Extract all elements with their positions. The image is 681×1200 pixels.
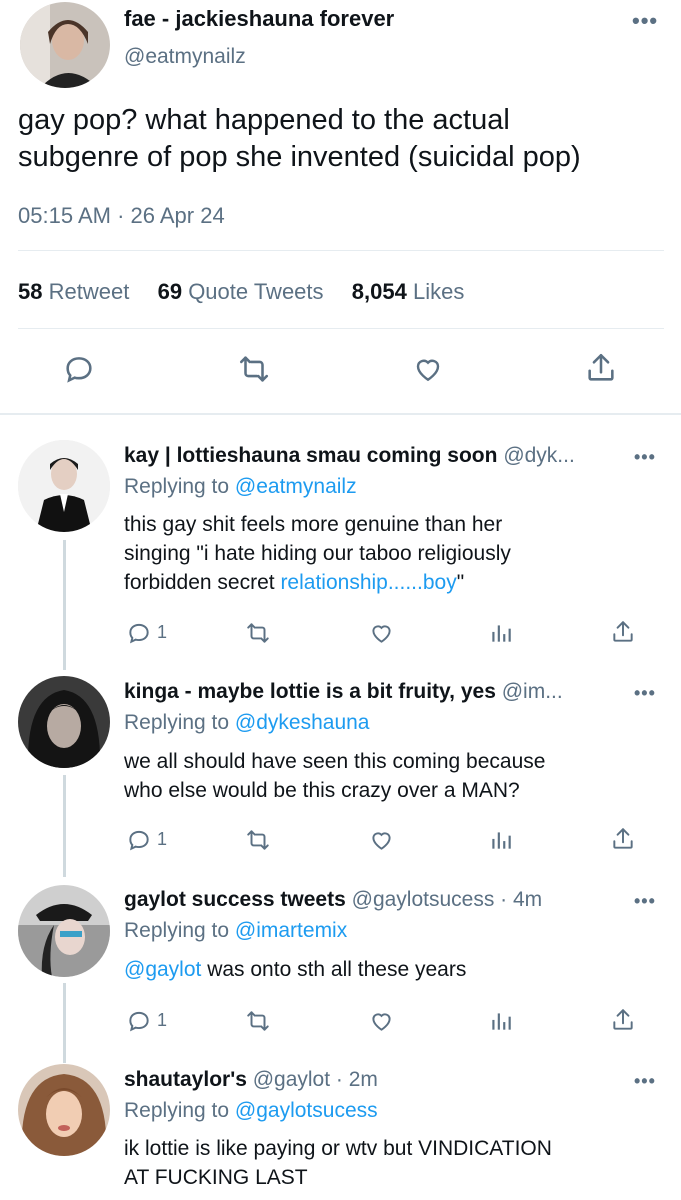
retweets-label: Retweet bbox=[48, 279, 130, 304]
reply-avatar[interactable] bbox=[18, 676, 110, 768]
replying-to-link[interactable]: @dykeshauna bbox=[235, 711, 370, 734]
reply-text-line1: this gay shit feels more genuine than he… bbox=[124, 513, 503, 536]
reply-mention-link[interactable]: @gaylot bbox=[124, 958, 201, 981]
replying-to-link[interactable]: @gaylotsucess bbox=[235, 1099, 378, 1122]
retweet-icon[interactable] bbox=[244, 827, 272, 853]
likes-count: 8,054 bbox=[351, 279, 407, 304]
replying-to-link[interactable]: @eatmynailz bbox=[235, 475, 357, 498]
reply-handle[interactable]: @im... bbox=[502, 680, 563, 703]
reply-icon[interactable] bbox=[126, 827, 152, 853]
reply-handle[interactable]: @dyk... bbox=[503, 444, 575, 467]
like-icon[interactable] bbox=[368, 620, 395, 646]
main-tweet-text-line2: subgenre of pop she invented (suicidal p… bbox=[18, 141, 581, 173]
reply-avatar[interactable] bbox=[18, 1064, 110, 1156]
reply-display-name[interactable]: shautaylor's bbox=[124, 1068, 247, 1091]
retweet-icon[interactable] bbox=[244, 620, 272, 646]
reply-text-segment: " bbox=[456, 571, 465, 594]
reply-display-name[interactable]: gaylot success tweets bbox=[124, 888, 346, 911]
reply-count: 1 bbox=[157, 622, 168, 642]
reply-text-line2: who else would be this crazy over a MAN? bbox=[124, 779, 520, 802]
main-tweet-timestamp[interactable]: 05:15 AM · 26 Apr 24 bbox=[18, 203, 225, 229]
more-icon[interactable]: ••• bbox=[632, 10, 658, 32]
reply-display-name[interactable]: kinga - maybe lottie is a bit fruity, ye… bbox=[124, 680, 496, 703]
reply-text-segment: was onto sth all these years bbox=[201, 958, 467, 981]
reply-handle[interactable]: @gaylot bbox=[253, 1068, 330, 1091]
analytics-icon[interactable] bbox=[488, 827, 514, 853]
thread-connector bbox=[63, 775, 66, 877]
more-icon[interactable]: ••• bbox=[634, 448, 656, 466]
like-icon[interactable] bbox=[368, 827, 395, 853]
quotes-label: Quote Tweets bbox=[188, 279, 324, 304]
share-icon[interactable] bbox=[610, 619, 636, 645]
reply-count: 1 bbox=[157, 1010, 168, 1030]
reply-avatar[interactable] bbox=[18, 885, 110, 977]
reply-time: · 4m bbox=[494, 888, 543, 911]
thread-connector bbox=[63, 540, 66, 670]
reply-text-link[interactable]: relationship......boy bbox=[280, 571, 456, 594]
reply-display-name[interactable]: kay | lottieshauna smau coming soon bbox=[124, 444, 497, 467]
analytics-icon[interactable] bbox=[488, 1008, 514, 1034]
reply-header: shautaylor's @gaylot · 2m bbox=[124, 1068, 378, 1092]
replying-to-prefix: Replying to bbox=[124, 1099, 235, 1122]
reply-icon[interactable] bbox=[126, 1008, 152, 1034]
quotes-count: 69 bbox=[157, 279, 183, 304]
retweets-count: 58 bbox=[18, 279, 43, 304]
reply-header: kinga - maybe lottie is a bit fruity, ye… bbox=[124, 680, 563, 704]
reply-text-line2: AT FUCKING LAST bbox=[124, 1166, 308, 1189]
quotes-stat[interactable]: 69 Quote Tweets bbox=[158, 279, 330, 304]
replying-to: Replying to @gaylotsucess bbox=[124, 1099, 378, 1123]
reply-text-line2: singing "i hate hiding our taboo religio… bbox=[124, 542, 511, 565]
reply-header: gaylot success tweets @gaylotsucess · 4m bbox=[124, 888, 542, 912]
more-icon[interactable]: ••• bbox=[634, 684, 656, 702]
share-icon[interactable] bbox=[610, 826, 636, 852]
reply-text-segment: forbidden secret bbox=[124, 571, 281, 594]
main-tweet-display-name[interactable]: fae - jackieshauna forever bbox=[124, 6, 394, 32]
share-icon[interactable] bbox=[610, 1007, 636, 1033]
reply-icon[interactable] bbox=[62, 352, 96, 386]
more-icon[interactable]: ••• bbox=[634, 1072, 656, 1090]
tweet-stats: 58 Retweet 69 Quote Tweets 8,054 Likes bbox=[18, 279, 464, 305]
reply-time: · 2m bbox=[330, 1068, 378, 1091]
replying-to: Replying to @eatmynailz bbox=[124, 475, 357, 499]
reply-handle[interactable]: @gaylotsucess bbox=[352, 888, 495, 911]
replying-to: Replying to @imartemix bbox=[124, 919, 347, 943]
reply-header: kay | lottieshauna smau coming soon @dyk… bbox=[124, 444, 575, 468]
more-icon[interactable]: ••• bbox=[634, 892, 656, 910]
reply-icon[interactable] bbox=[126, 620, 152, 646]
replying-to-prefix: Replying to bbox=[124, 711, 235, 734]
likes-stat[interactable]: 8,054 Likes bbox=[352, 279, 465, 304]
share-icon[interactable] bbox=[584, 351, 618, 385]
likes-label: Likes bbox=[412, 279, 465, 304]
main-tweet-avatar[interactable] bbox=[20, 2, 110, 88]
thread-connector bbox=[63, 983, 66, 1063]
main-tweet-handle[interactable]: @eatmynailz bbox=[124, 45, 246, 69]
reply-count: 1 bbox=[157, 829, 168, 849]
retweets-stat[interactable]: 58 Retweet bbox=[18, 279, 135, 304]
main-tweet-text-line1: gay pop? what happened to the actual bbox=[18, 104, 510, 136]
divider bbox=[18, 328, 664, 329]
replying-to-link[interactable]: @imartemix bbox=[235, 919, 347, 942]
reply-text-line1: we all should have seen this coming beca… bbox=[124, 750, 546, 773]
reply-avatar[interactable] bbox=[18, 440, 110, 532]
section-divider bbox=[0, 413, 681, 415]
divider bbox=[18, 250, 664, 251]
like-icon[interactable] bbox=[411, 353, 445, 385]
retweet-icon[interactable] bbox=[236, 352, 272, 386]
replying-to-prefix: Replying to bbox=[124, 475, 235, 498]
retweet-icon[interactable] bbox=[244, 1008, 272, 1034]
reply-text-line1: @gaylot was onto sth all these years bbox=[124, 958, 466, 982]
like-icon[interactable] bbox=[368, 1008, 395, 1034]
reply-text-line1: ik lottie is like paying or wtv but VIND… bbox=[124, 1137, 552, 1160]
replying-to: Replying to @dykeshauna bbox=[124, 711, 369, 735]
analytics-icon[interactable] bbox=[488, 620, 514, 646]
replying-to-prefix: Replying to bbox=[124, 919, 235, 942]
reply-text-line3: forbidden secret relationship......boy" bbox=[124, 571, 464, 595]
